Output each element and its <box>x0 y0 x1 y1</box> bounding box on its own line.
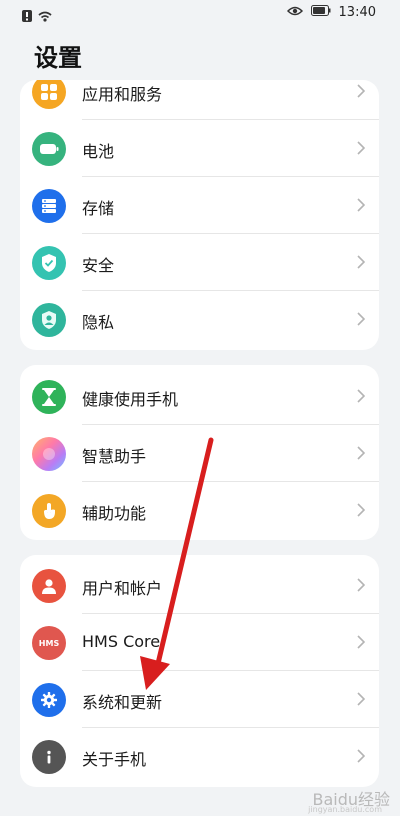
apps-icon <box>32 80 66 109</box>
hourglass-icon <box>32 380 66 414</box>
notification-icon <box>22 7 32 26</box>
status-time: 13:40 <box>338 5 376 20</box>
hms-icon-text: HMS <box>38 638 60 648</box>
settings-item-label: 健康使用手机 <box>82 390 179 409</box>
chevron-right-icon <box>357 388 366 407</box>
settings-group-2: 健康使用手机 智慧助手 辅助功能 <box>20 365 379 540</box>
chevron-right-icon <box>357 83 366 102</box>
settings-item-battery[interactable]: 电池 <box>20 120 379 177</box>
storage-icon <box>32 189 66 223</box>
privacy-icon <box>32 303 66 337</box>
settings-item-hms-core[interactable]: HMS HMS Core <box>20 614 379 671</box>
settings-group-1: 应用和服务 电池 存储 安全 隐私 <box>20 80 379 350</box>
settings-item-label: 用户和帐户 <box>82 579 163 598</box>
chevron-right-icon <box>357 634 366 653</box>
settings-item-label: 存储 <box>82 199 115 218</box>
shield-icon <box>32 246 66 280</box>
assistant-icon <box>32 437 66 471</box>
settings-item-label: 安全 <box>82 256 115 275</box>
settings-item-about-phone[interactable]: 关于手机 <box>20 728 379 785</box>
settings-item-label: 应用和服务 <box>82 85 163 104</box>
wifi-icon <box>38 7 52 26</box>
settings-item-accessibility[interactable]: 辅助功能 <box>20 482 379 539</box>
gear-icon <box>32 683 66 717</box>
settings-item-label: 辅助功能 <box>82 504 147 523</box>
hms-icon: HMS <box>32 626 66 660</box>
settings-item-label: 智慧助手 <box>82 447 147 466</box>
settings-item-users-accounts[interactable]: 用户和帐户 <box>20 557 379 614</box>
battery-icon <box>32 132 66 166</box>
chevron-right-icon <box>357 445 366 464</box>
chevron-right-icon <box>357 311 366 330</box>
chevron-right-icon <box>357 254 366 273</box>
eye-icon <box>286 5 303 20</box>
settings-item-label: 系统和更新 <box>82 693 163 712</box>
chevron-right-icon <box>357 140 366 159</box>
settings-item-digital-balance[interactable]: 健康使用手机 <box>20 368 379 425</box>
settings-item-security[interactable]: 安全 <box>20 234 379 291</box>
page-title: 设置 <box>34 44 82 72</box>
user-icon <box>32 569 66 603</box>
chevron-right-icon <box>357 748 366 767</box>
settings-item-system-update[interactable]: 系统和更新 <box>20 671 379 728</box>
battery-status-icon <box>310 5 331 20</box>
settings-group-3: 用户和帐户 HMS HMS Core 系统和更新 关于手机 <box>20 555 379 787</box>
settings-item-storage[interactable]: 存储 <box>20 177 379 234</box>
chevron-right-icon <box>357 691 366 710</box>
info-icon <box>32 740 66 774</box>
settings-item-label: HMS Core <box>82 632 161 651</box>
settings-item-privacy[interactable]: 隐私 <box>20 291 379 348</box>
status-bar: 13:40 <box>0 0 400 28</box>
settings-item-assistant[interactable]: 智慧助手 <box>20 425 379 482</box>
chevron-right-icon <box>357 577 366 596</box>
baidu-watermark-url: jingyan.baidu.com <box>308 805 382 814</box>
chevron-right-icon <box>357 502 366 521</box>
touch-icon <box>32 494 66 528</box>
settings-item-label: 关于手机 <box>82 750 147 769</box>
settings-item-label: 隐私 <box>82 313 115 332</box>
settings-item-apps[interactable]: 应用和服务 <box>20 80 379 120</box>
settings-item-label: 电池 <box>82 142 115 161</box>
chevron-right-icon <box>357 197 366 216</box>
